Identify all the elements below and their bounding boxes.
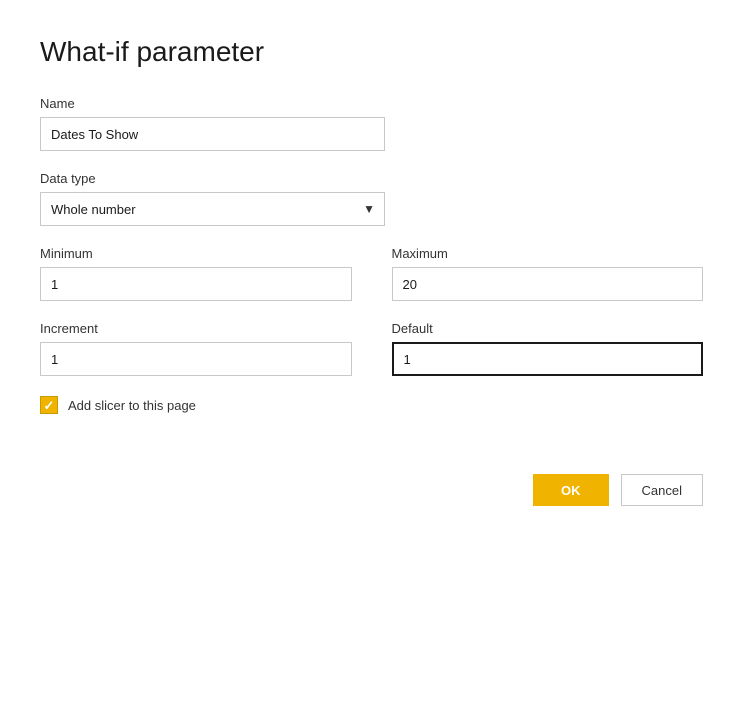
maximum-input[interactable] [392, 267, 704, 301]
increment-label: Increment [40, 321, 352, 336]
add-slicer-checkbox[interactable]: ✓ [40, 396, 58, 414]
cancel-button[interactable]: Cancel [621, 474, 703, 506]
checkmark-icon: ✓ [44, 399, 55, 412]
add-slicer-label: Add slicer to this page [68, 398, 196, 413]
minimum-label: Minimum [40, 246, 352, 261]
increment-field-group: Increment [40, 321, 352, 376]
minimum-input[interactable] [40, 267, 352, 301]
what-if-parameter-dialog: What-if parameter Name Data type Whole n… [0, 0, 743, 720]
default-input[interactable] [392, 342, 704, 376]
default-label: Default [392, 321, 704, 336]
data-type-select-wrapper: Whole number Decimal number Fixed decima… [40, 192, 385, 226]
data-type-field-group: Data type Whole number Decimal number Fi… [40, 171, 703, 226]
increment-default-row: Increment Default [40, 321, 703, 376]
add-slicer-row: ✓ Add slicer to this page [40, 396, 703, 414]
data-type-label: Data type [40, 171, 703, 186]
name-field-group: Name [40, 96, 703, 151]
min-max-row: Minimum Maximum [40, 246, 703, 301]
increment-input[interactable] [40, 342, 352, 376]
data-type-select[interactable]: Whole number Decimal number Fixed decima… [40, 192, 385, 226]
ok-button[interactable]: OK [533, 474, 609, 506]
dialog-title: What-if parameter [40, 36, 703, 68]
maximum-field-group: Maximum [392, 246, 704, 301]
name-input[interactable] [40, 117, 385, 151]
maximum-label: Maximum [392, 246, 704, 261]
minimum-field-group: Minimum [40, 246, 352, 301]
default-field-group: Default [392, 321, 704, 376]
button-row: OK Cancel [40, 474, 703, 506]
name-label: Name [40, 96, 703, 111]
